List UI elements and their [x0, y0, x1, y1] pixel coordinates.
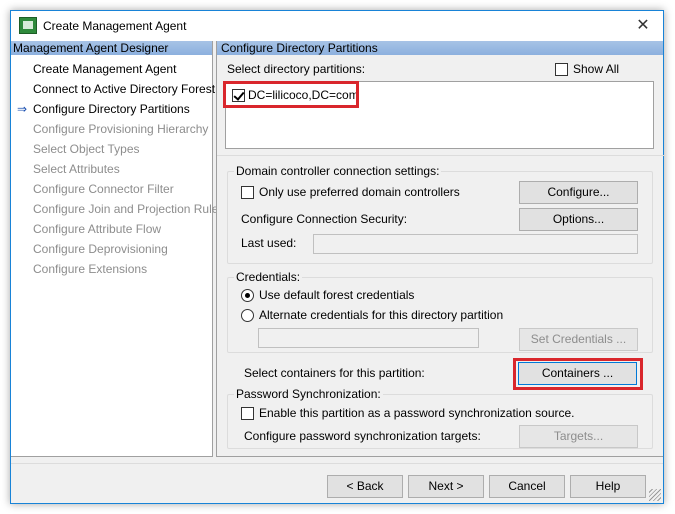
- step-label: Configure Attribute Flow: [33, 222, 162, 236]
- title-bar: Create Management Agent ✕: [11, 11, 663, 41]
- footer-separator: [11, 463, 663, 464]
- credentials-group: Credentials: Use default forest credenti…: [227, 270, 653, 353]
- step-label: Configure Directory Partitions: [33, 102, 190, 116]
- next-button[interactable]: Next >: [408, 475, 484, 498]
- designer-pane: Management Agent Designer Create Managem…: [11, 41, 224, 457]
- show-all-label: Show All: [573, 62, 620, 76]
- credentials-title: Credentials:: [234, 270, 303, 284]
- dc-settings-title: Domain controller connection settings:: [234, 164, 442, 178]
- enable-password-sync-checkbox[interactable]: [241, 407, 254, 420]
- default-credentials-label: Use default forest credentials: [259, 288, 415, 302]
- step-label: Connect to Active Directory Forest: [33, 82, 216, 96]
- designer-header: Management Agent Designer: [11, 41, 212, 55]
- step-provisioning-hierarchy: Configure Provisioning Hierarchy: [11, 119, 212, 139]
- containers-highlight: [513, 358, 643, 390]
- step-configure-partitions[interactable]: ⇒ Configure Directory Partitions: [11, 99, 212, 119]
- configure-button[interactable]: Configure...: [519, 181, 638, 204]
- default-credentials-radio[interactable]: [241, 289, 254, 302]
- step-attributes: Select Attributes: [11, 159, 212, 179]
- step-label: Configure Join and Projection Rules: [33, 202, 225, 216]
- select-partitions-label: Select directory partitions:: [227, 62, 366, 76]
- options-button[interactable]: Options...: [519, 208, 638, 231]
- show-all-checkbox[interactable]: [555, 63, 568, 76]
- window-title: Create Management Agent: [43, 19, 187, 33]
- step-attribute-flow: Configure Attribute Flow: [11, 219, 212, 239]
- enable-password-sync-label: Enable this partition as a password sync…: [259, 406, 575, 420]
- back-button[interactable]: < Back: [327, 475, 403, 498]
- last-used-label: Last used:: [241, 236, 297, 250]
- step-join-projection: Configure Join and Projection Rules: [11, 199, 224, 219]
- page-header: Configure Directory Partitions: [217, 41, 663, 55]
- resize-grip-icon[interactable]: [649, 489, 661, 501]
- dialog-client: Management Agent Designer Create Managem…: [11, 41, 664, 503]
- divider: [217, 155, 664, 156]
- preferred-dc-label: Only use preferred domain controllers: [259, 185, 460, 199]
- step-deprovisioning: Configure Deprovisioning: [11, 239, 212, 259]
- password-sync-title: Password Synchronization:: [234, 387, 383, 401]
- preferred-dc-checkbox[interactable]: [241, 186, 254, 199]
- step-label: Configure Deprovisioning: [33, 242, 168, 256]
- step-label: Configure Provisioning Hierarchy: [33, 122, 209, 136]
- alternate-credentials-field: [258, 328, 479, 348]
- step-create-management-agent[interactable]: Create Management Agent: [11, 59, 212, 79]
- password-sync-group: Password Synchronization: Enable this pa…: [227, 387, 653, 449]
- step-label: Configure Extensions: [33, 262, 148, 276]
- designer-steps: Create Management Agent Connect to Activ…: [11, 55, 224, 279]
- app-icon: [19, 17, 37, 34]
- help-button[interactable]: Help: [570, 475, 646, 498]
- alternate-credentials-label: Alternate credentials for this directory…: [259, 308, 504, 322]
- close-icon[interactable]: ✕: [631, 14, 655, 38]
- targets-label: Configure password synchronization targe…: [244, 429, 481, 443]
- dc-settings-group: Domain controller connection settings: O…: [227, 164, 653, 264]
- set-credentials-button[interactable]: Set Credentials ...: [519, 328, 638, 351]
- alternate-credentials-radio[interactable]: [241, 309, 254, 322]
- step-object-types: Select Object Types: [11, 139, 212, 159]
- step-label: Select Object Types: [33, 142, 140, 156]
- connection-security-label: Configure Connection Security:: [241, 212, 408, 226]
- step-label: Configure Connector Filter: [33, 182, 174, 196]
- step-connector-filter: Configure Connector Filter: [11, 179, 212, 199]
- step-connect-forest[interactable]: Connect to Active Directory Forest: [11, 79, 216, 99]
- cancel-button[interactable]: Cancel: [489, 475, 565, 498]
- step-extensions: Configure Extensions: [11, 259, 212, 279]
- targets-button[interactable]: Targets...: [519, 425, 638, 448]
- select-containers-label: Select containers for this partition:: [244, 366, 425, 380]
- create-management-agent-window: Create Management Agent ✕ Management Age…: [10, 10, 664, 504]
- last-used-field: [313, 234, 638, 254]
- partition-highlight: [223, 81, 359, 108]
- partitions-pane: Configure Directory Partitions Select di…: [216, 41, 664, 457]
- current-step-arrow-icon: ⇒: [17, 102, 28, 116]
- step-label: Select Attributes: [33, 162, 120, 176]
- step-label: Create Management Agent: [33, 62, 177, 76]
